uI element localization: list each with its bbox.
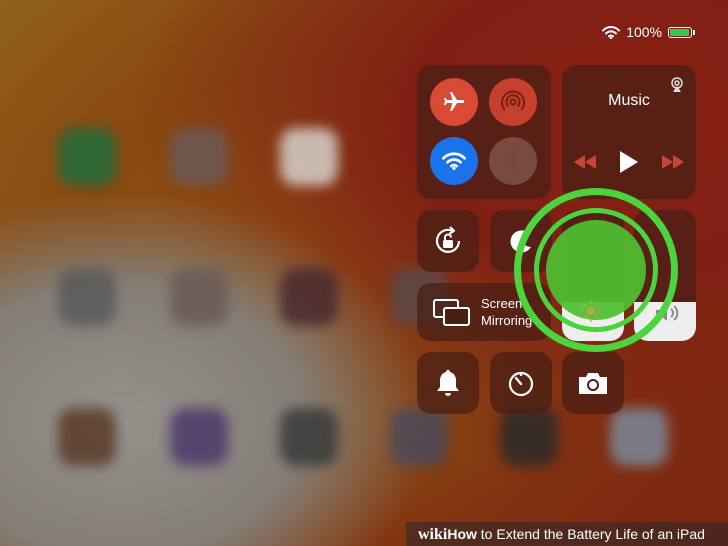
app-icon xyxy=(280,128,338,186)
battery-charging-icon xyxy=(668,26,695,38)
footer-how: How xyxy=(447,526,477,542)
battery-percentage: 100% xyxy=(626,24,662,40)
app-icon xyxy=(170,408,228,466)
app-icon xyxy=(610,408,668,466)
bluetooth-icon xyxy=(507,151,519,171)
music-module[interactable]: Music xyxy=(562,65,696,199)
bluetooth-toggle[interactable] xyxy=(489,137,537,185)
footer-caption: wikiHow to Extend the Battery Life of an… xyxy=(406,522,728,546)
hotspot-toggle[interactable] xyxy=(489,78,537,126)
music-title: Music xyxy=(608,92,650,109)
timer-icon xyxy=(508,371,534,397)
previous-icon[interactable] xyxy=(574,155,596,169)
app-icon xyxy=(58,268,116,326)
hotspot-icon xyxy=(501,90,525,111)
app-icon xyxy=(170,268,228,326)
play-icon[interactable] xyxy=(620,151,638,173)
airplane-mode-toggle[interactable] xyxy=(430,78,478,126)
app-icon xyxy=(58,408,116,466)
app-icon xyxy=(58,128,116,186)
screen-mirroring-icon xyxy=(433,299,470,326)
app-icon xyxy=(390,408,448,466)
status-bar: 100% xyxy=(602,24,695,40)
rotation-lock-button[interactable] xyxy=(417,210,479,272)
app-icon xyxy=(170,128,228,186)
sun-icon xyxy=(580,300,602,322)
app-icon xyxy=(500,408,558,466)
wifi-icon xyxy=(442,152,466,170)
wifi-icon xyxy=(602,25,621,39)
wifi-toggle[interactable] xyxy=(430,137,478,185)
app-icon xyxy=(280,268,338,326)
next-icon[interactable] xyxy=(662,155,684,169)
wiki-logo-text: wiki xyxy=(418,526,448,543)
camera-button[interactable] xyxy=(562,352,624,414)
timer-button[interactable] xyxy=(490,352,552,414)
connectivity-module[interactable] xyxy=(417,65,551,199)
footer-title: to Extend the Battery Life of an iPad xyxy=(476,526,705,542)
airplay-icon[interactable] xyxy=(668,75,686,93)
silent-mode-button[interactable] xyxy=(417,352,479,414)
app-icon xyxy=(280,408,338,466)
rotation-lock-icon xyxy=(435,226,461,253)
camera-icon xyxy=(579,373,607,394)
airplane-icon xyxy=(444,92,464,111)
bell-icon xyxy=(437,370,459,396)
